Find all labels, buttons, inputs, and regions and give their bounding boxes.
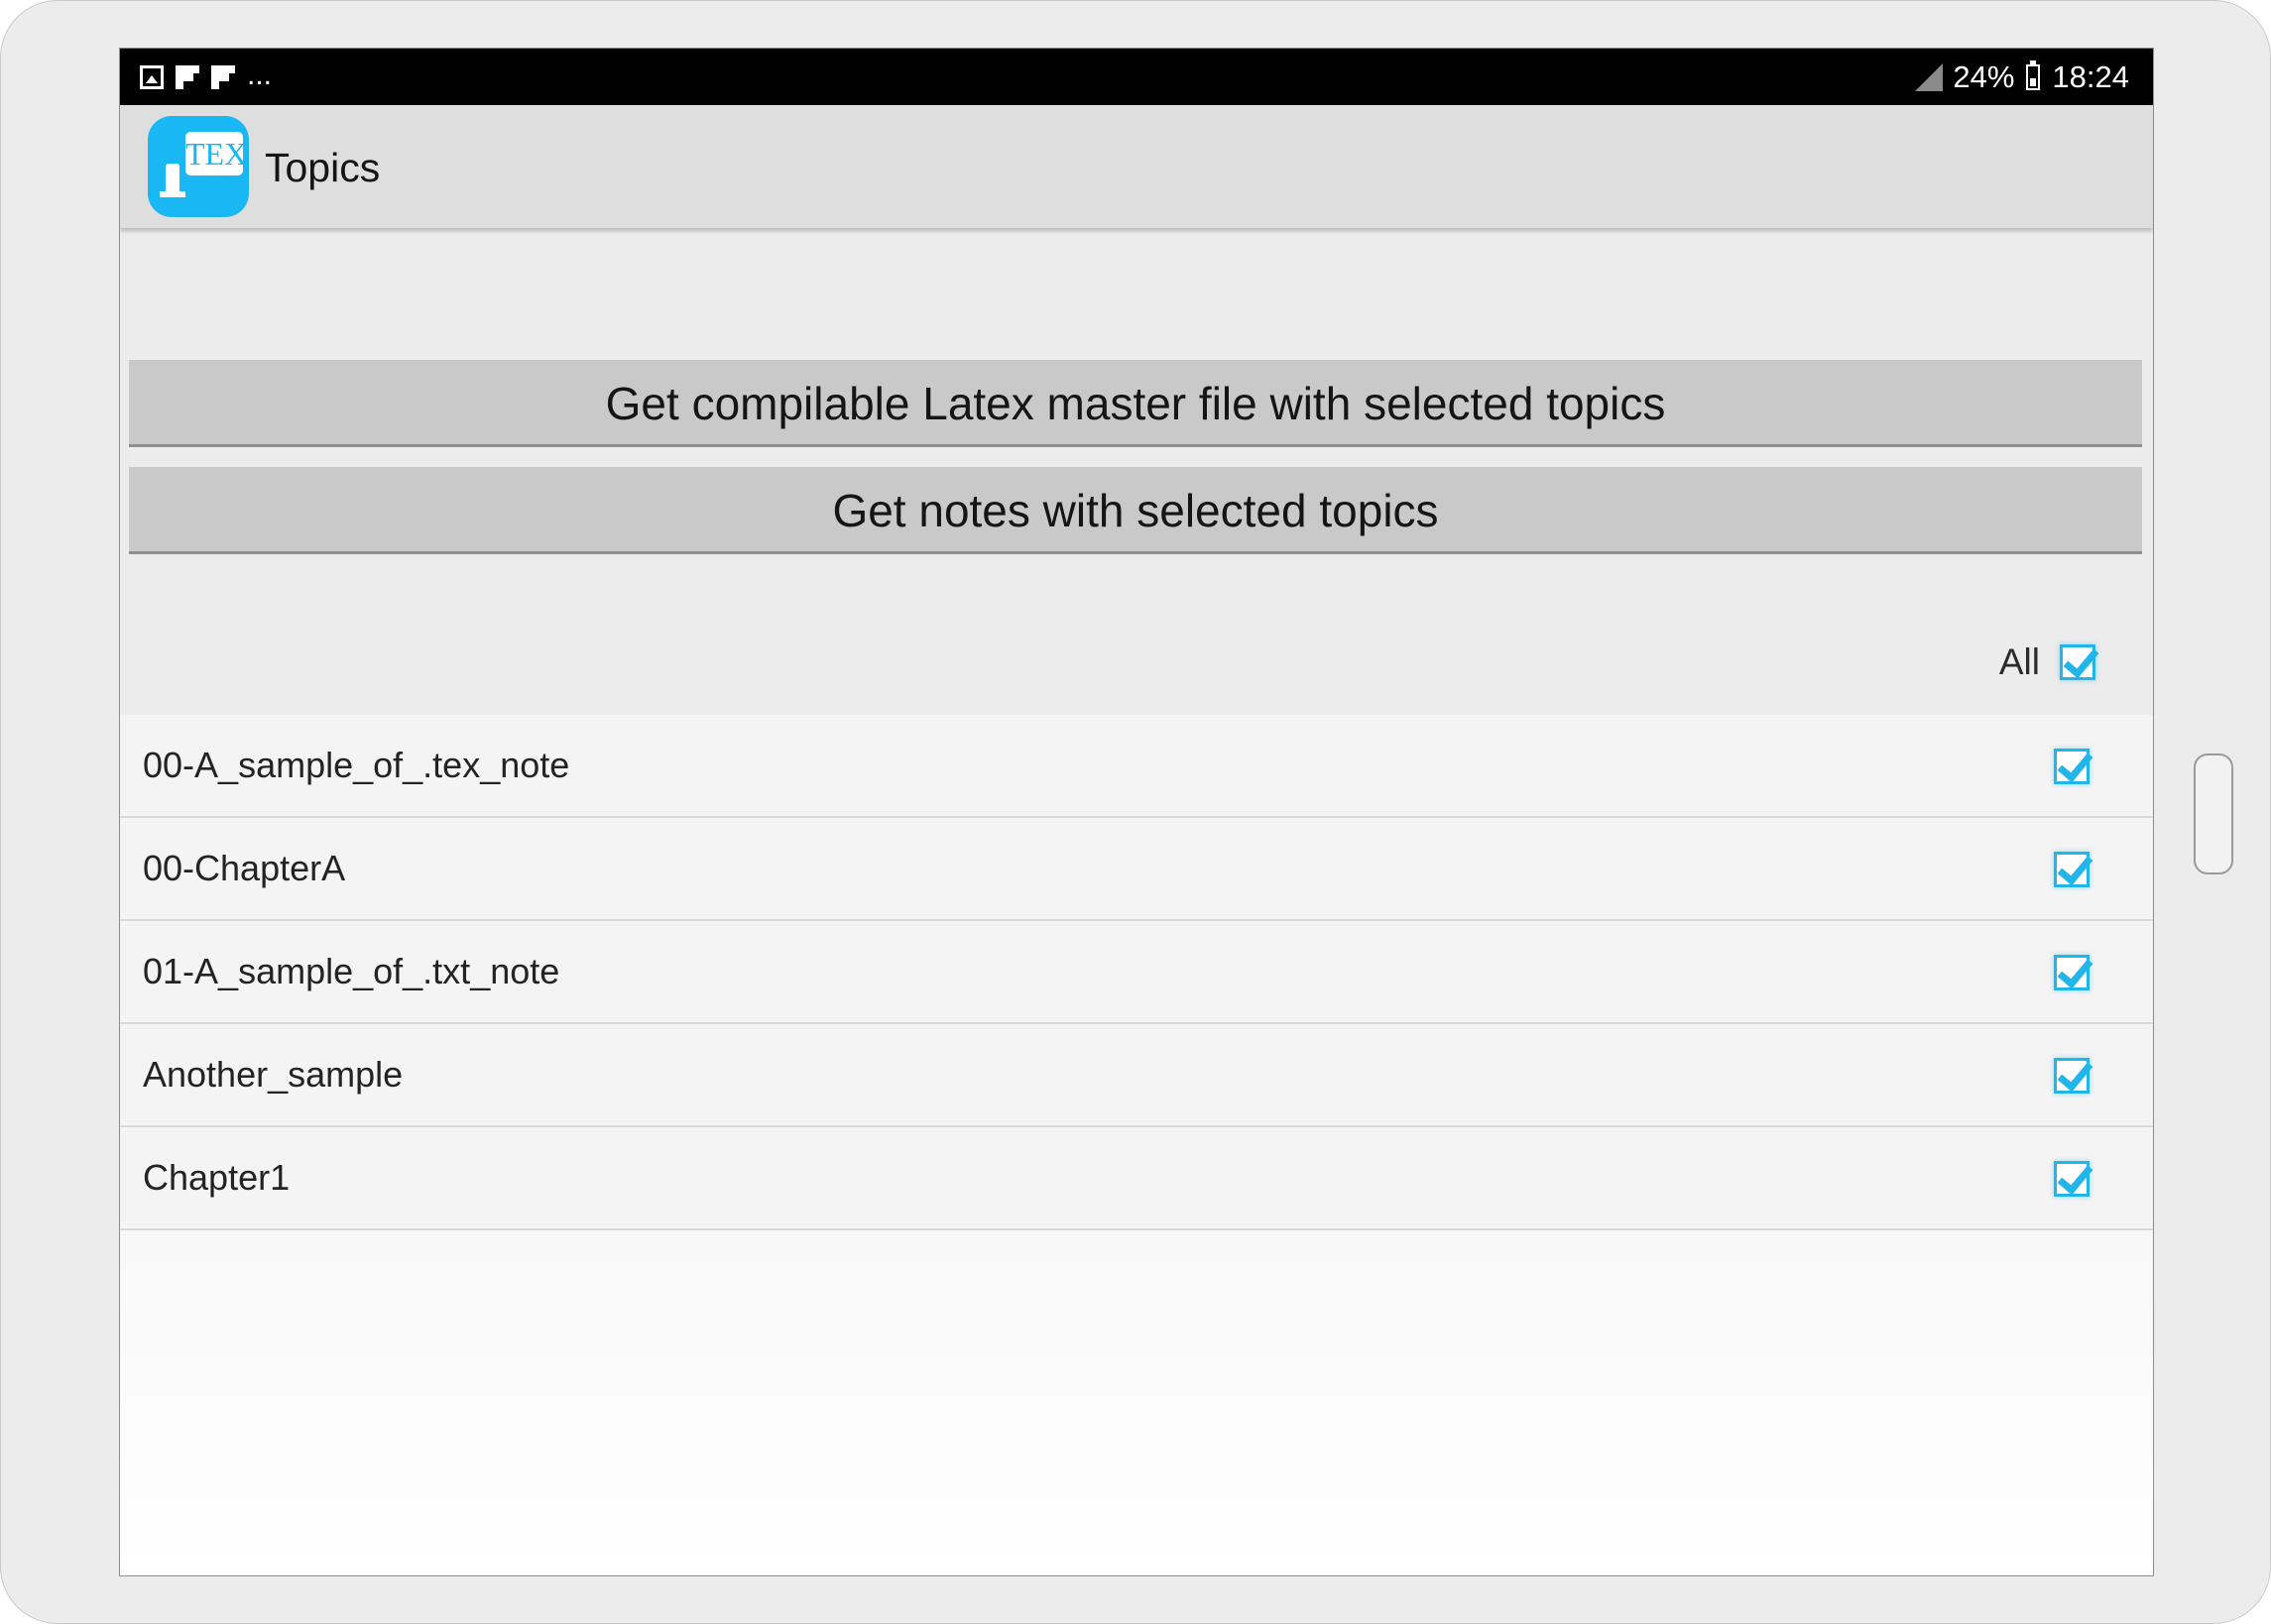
topic-checkbox[interactable] xyxy=(2054,955,2090,990)
app-bar: TEX Topics xyxy=(120,105,2153,228)
page-title: Topics xyxy=(265,145,381,190)
lamp-shape xyxy=(166,164,179,193)
topic-label: 00-A_sample_of_.tex_note xyxy=(143,745,570,785)
screen: ... 24% 18:24 TEX Topics Get compilable … xyxy=(119,48,2154,1576)
battery-icon xyxy=(2026,60,2041,90)
topic-row[interactable]: Chapter1 xyxy=(120,1127,2153,1230)
lamp-base-shape xyxy=(160,191,185,197)
empty-area xyxy=(120,1230,2153,1575)
topic-label: 00-ChapterA xyxy=(143,848,346,888)
topic-checkbox[interactable] xyxy=(2054,1058,2090,1094)
topic-label: Chapter1 xyxy=(143,1157,291,1198)
flipboard-icon xyxy=(176,65,199,89)
home-button[interactable] xyxy=(2194,754,2233,874)
status-bar: ... 24% 18:24 xyxy=(120,49,2153,105)
topic-checkbox[interactable] xyxy=(2054,852,2090,887)
topic-row[interactable]: Another_sample xyxy=(120,1024,2153,1127)
topic-checkbox[interactable] xyxy=(2054,1161,2090,1197)
select-all-label: All xyxy=(1998,641,2040,682)
app-logo-text: TEX xyxy=(185,132,247,175)
topic-row[interactable]: 00-A_sample_of_.tex_note xyxy=(120,715,2153,818)
topic-checkbox[interactable] xyxy=(2054,749,2090,784)
select-all-row: All xyxy=(1999,638,2095,687)
topic-label: Another_sample xyxy=(143,1054,404,1095)
clock: 18:24 xyxy=(2052,59,2129,94)
battery-percent: 24% xyxy=(1953,59,2015,94)
notification-icons: ... xyxy=(140,58,273,92)
signal-icon xyxy=(1915,63,1944,91)
main-content: Get compilable Latex master file with se… xyxy=(120,228,2153,1575)
get-latex-master-button[interactable]: Get compilable Latex master file with se… xyxy=(129,360,2142,447)
flipboard-icon xyxy=(211,65,235,89)
topic-label: 01-A_sample_of_.txt_note xyxy=(143,951,560,991)
app-logo-icon: TEX xyxy=(148,116,249,217)
topic-row[interactable]: 00-ChapterA xyxy=(120,818,2153,921)
more-notifications: ... xyxy=(247,58,273,91)
status-indicators: 24% 18:24 xyxy=(1915,58,2129,97)
select-all-checkbox[interactable] xyxy=(2060,644,2095,680)
image-icon xyxy=(140,65,164,89)
topic-row[interactable]: 01-A_sample_of_.txt_note xyxy=(120,921,2153,1024)
topic-list: 00-A_sample_of_.tex_note 00-ChapterA 01-… xyxy=(120,715,2153,1230)
get-notes-button[interactable]: Get notes with selected topics xyxy=(129,467,2142,554)
